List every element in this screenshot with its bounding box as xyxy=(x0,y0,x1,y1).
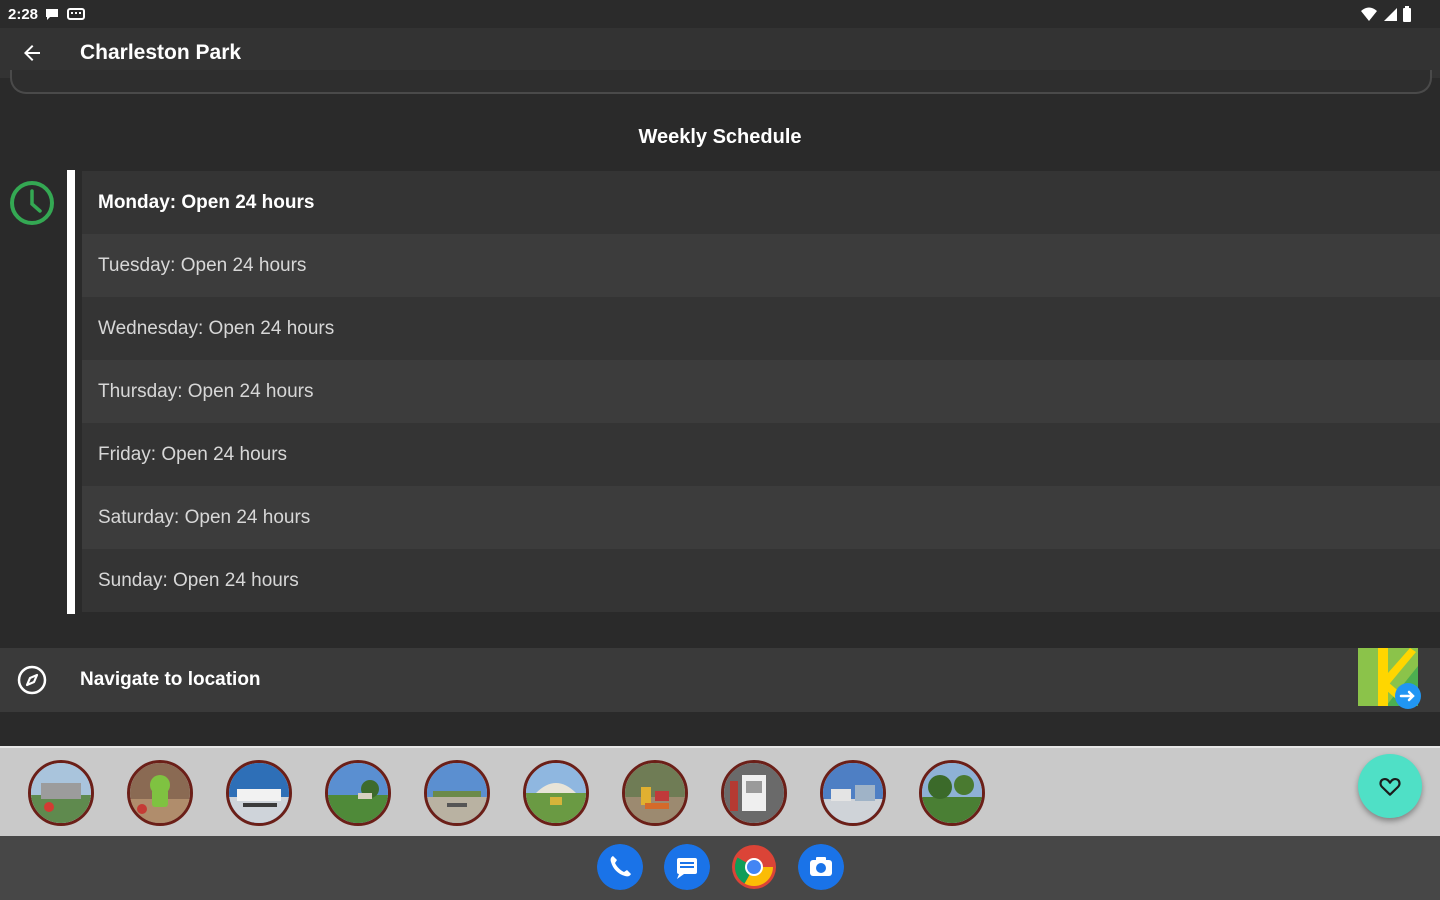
hours-row-tuesday: Tuesday: Open 24 hours xyxy=(82,234,1440,297)
messages-icon xyxy=(664,844,710,890)
hours-text: Thursday: Open 24 hours xyxy=(98,380,314,402)
phone-app[interactable] xyxy=(597,844,643,890)
hours-list: Monday: Open 24 hours Tuesday: Open 24 h… xyxy=(82,171,1440,612)
battery-icon xyxy=(1403,6,1411,22)
phone-icon xyxy=(597,844,643,890)
keyboard-icon xyxy=(67,8,86,20)
page-title: Charleston Park xyxy=(80,41,242,64)
navigation-app-icon[interactable] xyxy=(1358,648,1422,712)
schedule-title: Weekly Schedule xyxy=(638,126,802,148)
hours-row-thursday: Thursday: Open 24 hours xyxy=(82,360,1440,423)
favorite-button[interactable] xyxy=(1358,754,1422,818)
chrome-icon xyxy=(732,845,776,889)
photo-thumbnail[interactable] xyxy=(622,760,688,826)
status-right xyxy=(1360,6,1440,22)
message-icon xyxy=(46,9,59,20)
photo-thumbnail[interactable] xyxy=(226,760,292,826)
hours-row-sunday: Sunday: Open 24 hours xyxy=(82,549,1440,612)
photo-thumbnail[interactable] xyxy=(424,760,490,826)
wifi-icon xyxy=(1361,7,1377,21)
photo-thumbnail[interactable] xyxy=(919,760,985,826)
chrome-app[interactable] xyxy=(731,844,777,890)
status-bar: 2:28 xyxy=(0,0,1440,28)
compass-button[interactable] xyxy=(0,664,64,696)
photo-thumbnail[interactable] xyxy=(721,760,787,826)
dock xyxy=(0,836,1440,900)
details-card-bottom xyxy=(10,70,1432,94)
hours-text: Sunday: Open 24 hours xyxy=(98,569,299,591)
photo-thumbnail[interactable] xyxy=(523,760,589,826)
clock-icon xyxy=(10,181,54,225)
navigate-label: Navigate to location xyxy=(80,669,261,690)
hours-text: Monday: Open 24 hours xyxy=(98,191,315,213)
hours-row-friday: Friday: Open 24 hours xyxy=(82,423,1440,486)
status-time: 2:28 xyxy=(8,5,39,23)
schedule-divider xyxy=(67,170,75,614)
photo-strip[interactable] xyxy=(0,746,1440,836)
photo-thumbnail[interactable] xyxy=(325,760,391,826)
hours-row-monday: Monday: Open 24 hours xyxy=(82,171,1440,234)
camera-app[interactable] xyxy=(798,844,844,890)
hours-text: Friday: Open 24 hours xyxy=(98,443,288,465)
status-left: 2:28 xyxy=(0,6,86,23)
messages-app[interactable] xyxy=(664,844,710,890)
camera-icon xyxy=(798,844,844,890)
compass-icon xyxy=(17,665,47,695)
photo-thumbnail[interactable] xyxy=(820,760,886,826)
photo-thumbnail[interactable] xyxy=(28,760,94,826)
hours-text: Tuesday: Open 24 hours xyxy=(98,254,307,276)
signal-icon xyxy=(1384,8,1397,21)
heart-outline-icon xyxy=(1379,777,1401,796)
photo-thumbnail[interactable] xyxy=(127,760,193,826)
hours-row-wednesday: Wednesday: Open 24 hours xyxy=(82,297,1440,360)
hours-text: Saturday: Open 24 hours xyxy=(98,506,311,528)
hours-text: Wednesday: Open 24 hours xyxy=(98,317,335,339)
hours-row-saturday: Saturday: Open 24 hours xyxy=(82,486,1440,549)
navigate-row[interactable]: Navigate to location xyxy=(0,648,1440,712)
back-arrow-icon xyxy=(24,45,40,61)
